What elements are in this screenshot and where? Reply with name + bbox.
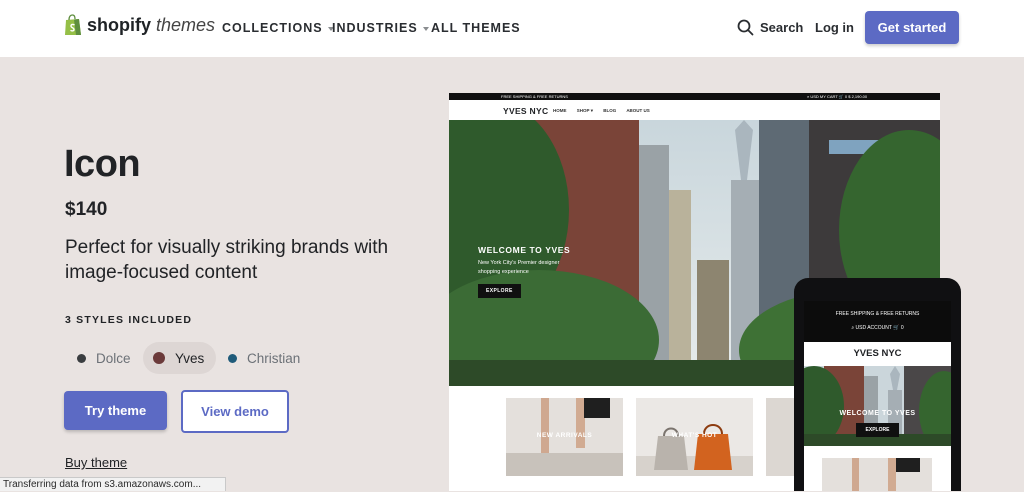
nav-all-themes-label: ALL THEMES — [431, 21, 521, 35]
color-swatch-icon — [228, 353, 237, 363]
mobile-preview: FREE SHIPPING & FREE RETURNS ⌕ USD ACCOU… — [794, 278, 961, 491]
view-demo-button[interactable]: View demo — [181, 390, 289, 433]
preview-nav-item: SHOP ▾ — [576, 108, 593, 113]
preview-tile-new-arrivals: NEW ARRIVALS — [506, 398, 623, 476]
search-button[interactable]: Search — [737, 19, 803, 36]
preview-mobile-utility: ⌕ USD ACCOUNT 🛒 0 — [851, 325, 904, 331]
logo-suffix: themes — [156, 14, 216, 35]
top-nav: shopify themes COLLECTIONS INDUSTRIES AL… — [0, 0, 1024, 57]
preview-brand: YVES NYC — [503, 106, 549, 116]
nav-collections-label: COLLECTIONS — [222, 21, 323, 35]
style-label: Dolce — [96, 350, 131, 366]
preview-nav-item: ABOUT US — [626, 108, 650, 113]
style-option-yves[interactable]: Yves — [143, 342, 217, 374]
preview-mobile-tile — [822, 458, 932, 491]
color-swatch-icon — [153, 352, 165, 364]
style-option-dolce[interactable]: Dolce — [77, 342, 131, 374]
styles-heading: 3 STYLES INCLUDED — [65, 314, 193, 326]
nav-industries-label: INDUSTRIES — [332, 21, 418, 35]
shopify-bag-icon — [64, 14, 82, 36]
nav-all-themes[interactable]: ALL THEMES — [431, 21, 521, 35]
buy-theme-link[interactable]: Buy theme — [65, 455, 127, 470]
preview-mobile-hero-title: WELCOME TO YVES — [839, 410, 916, 417]
preview-utility: ⌕ USD MY CART 🛒 0 $ 2,190.00 — [807, 94, 868, 99]
style-option-christian[interactable]: Christian — [228, 342, 300, 374]
preview-tile-whats-hot: WHAT'S HOT — [636, 398, 753, 476]
try-theme-button[interactable]: Try theme — [64, 391, 167, 430]
chevron-down-icon — [422, 26, 429, 31]
search-label: Search — [760, 20, 804, 35]
preview-hero-subtitle: New York City's Premier designer shoppin… — [478, 260, 560, 275]
nav-industries[interactable]: INDUSTRIES — [332, 21, 429, 35]
logo-brand: shopify — [87, 14, 152, 35]
color-swatch-icon — [77, 353, 86, 363]
preview-mobile-brand: YVES NYC — [804, 342, 951, 367]
nav-collections[interactable]: COLLECTIONS — [222, 21, 334, 35]
preview-tile-label: NEW ARRIVALS — [536, 432, 593, 439]
preview-announcement-bar: FREE SHIPPING & FREE RETURNS ⌕ USD MY CA… — [449, 93, 940, 100]
theme-price: $140 — [65, 199, 108, 220]
theme-tagline: Perfect for visually striking brands wit… — [65, 237, 389, 283]
preview-announcement: FREE SHIPPING & FREE RETURNS — [501, 94, 568, 99]
preview-mobile-bar: FREE SHIPPING & FREE RETURNS ⌕ USD ACCOU… — [804, 301, 951, 342]
style-label: Christian — [247, 350, 301, 366]
preview-nav: YVES NYC HOME SHOP ▾ BLOG ABOUT US — [449, 100, 940, 121]
browser-status-bar: Transferring data from s3.amazonaws.com.… — [0, 477, 226, 491]
preview-explore-button: EXPLORE — [478, 284, 521, 298]
shopify-themes-logo[interactable]: shopify themes — [64, 14, 215, 36]
search-icon — [737, 19, 754, 36]
get-started-button[interactable]: Get started — [865, 11, 959, 44]
preview-nav-item: BLOG — [603, 108, 617, 113]
login-link[interactable]: Log in — [815, 20, 854, 35]
legs-image — [822, 458, 932, 491]
preview-tile-label: WHAT'S HOT — [671, 432, 718, 439]
style-label: Yves — [175, 350, 205, 366]
preview-mobile-explore-button: EXPLORE — [855, 423, 900, 437]
preview-mobile-hero: WELCOME TO YVES EXPLORE — [804, 366, 951, 446]
theme-title: Icon — [64, 143, 141, 185]
preview-mobile-announcement: FREE SHIPPING & FREE RETURNS — [835, 311, 920, 317]
preview-nav-item: HOME — [553, 108, 567, 113]
preview-hero-title: WELCOME TO YVES — [478, 245, 571, 255]
